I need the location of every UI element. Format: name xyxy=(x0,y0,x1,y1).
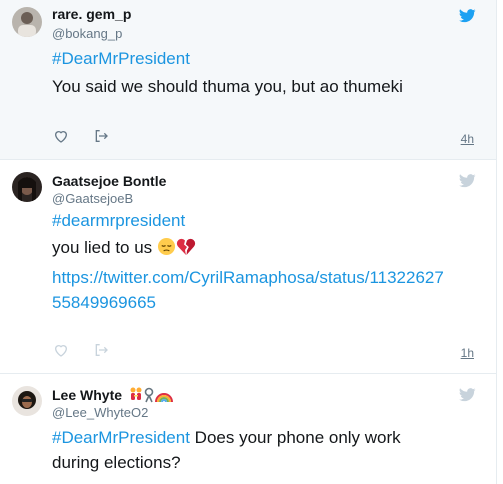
tweet-timestamp[interactable]: 1h xyxy=(461,346,474,360)
share-icon[interactable] xyxy=(93,128,109,144)
display-name[interactable]: Lee Whyte xyxy=(52,387,122,403)
hashtag-link[interactable]: #dearmrpresident xyxy=(52,211,185,230)
avatar[interactable] xyxy=(12,7,42,37)
tweet-body: Does your phone only work xyxy=(189,428,401,447)
share-icon[interactable] xyxy=(93,342,109,358)
tweet-timestamp[interactable]: 4h xyxy=(461,132,474,146)
pensive-face-emoji-icon xyxy=(157,237,176,263)
display-name[interactable]: rare. gem_p xyxy=(52,6,131,22)
like-heart-icon[interactable] xyxy=(53,128,69,144)
tweet-body: You said we should thuma you, but ao thu… xyxy=(52,77,403,96)
rainbow-emoji-icon xyxy=(155,389,174,408)
tweet-feed: rare. gem_p @bokang_p #DearMrPresident Y… xyxy=(0,0,503,484)
hashtag-link[interactable]: #DearMrPresident xyxy=(52,49,190,68)
tweet-card[interactable]: Gaatsejoe Bontle @GaatsejoeB #dearmrpres… xyxy=(0,160,496,374)
user-handle[interactable]: @bokang_p xyxy=(52,26,122,41)
avatar[interactable] xyxy=(12,386,42,416)
tweet-body: you lied to us xyxy=(52,238,153,257)
hashtag-link[interactable]: #DearMrPresident xyxy=(52,428,190,447)
tweet-card[interactable]: Lee Whyte @Lee_WhyteO2 #DearMrPresident … xyxy=(0,374,496,484)
scrollbar-track[interactable] xyxy=(496,0,503,484)
twitter-bird-icon[interactable] xyxy=(459,174,476,188)
status-link-line[interactable]: 55849969665 xyxy=(52,290,472,315)
twitter-bird-icon[interactable] xyxy=(459,9,476,23)
status-link[interactable]: https://twitter.com/CyrilRamaphosa/statu… xyxy=(52,265,472,315)
tweet-text: #dearmrpresident you lied to us https://… xyxy=(52,208,472,315)
display-name[interactable]: Gaatsejoe Bontle xyxy=(52,173,166,189)
like-heart-icon[interactable] xyxy=(53,342,69,358)
tweet-text: #DearMrPresident You said we should thum… xyxy=(52,46,472,99)
user-handle[interactable]: @GaatsejoeB xyxy=(52,191,133,206)
tweet-text: #DearMrPresident Does your phone only wo… xyxy=(52,425,472,475)
broken-heart-emoji-icon xyxy=(176,237,196,263)
status-link-line[interactable]: https://twitter.com/CyrilRamaphosa/statu… xyxy=(52,265,472,290)
user-handle[interactable]: @Lee_WhyteO2 xyxy=(52,405,148,420)
twitter-bird-icon[interactable] xyxy=(459,388,476,402)
tweet-body-continued: during elections? xyxy=(52,453,181,472)
tweet-card[interactable]: rare. gem_p @bokang_p #DearMrPresident Y… xyxy=(0,0,496,160)
avatar[interactable] xyxy=(12,172,42,202)
